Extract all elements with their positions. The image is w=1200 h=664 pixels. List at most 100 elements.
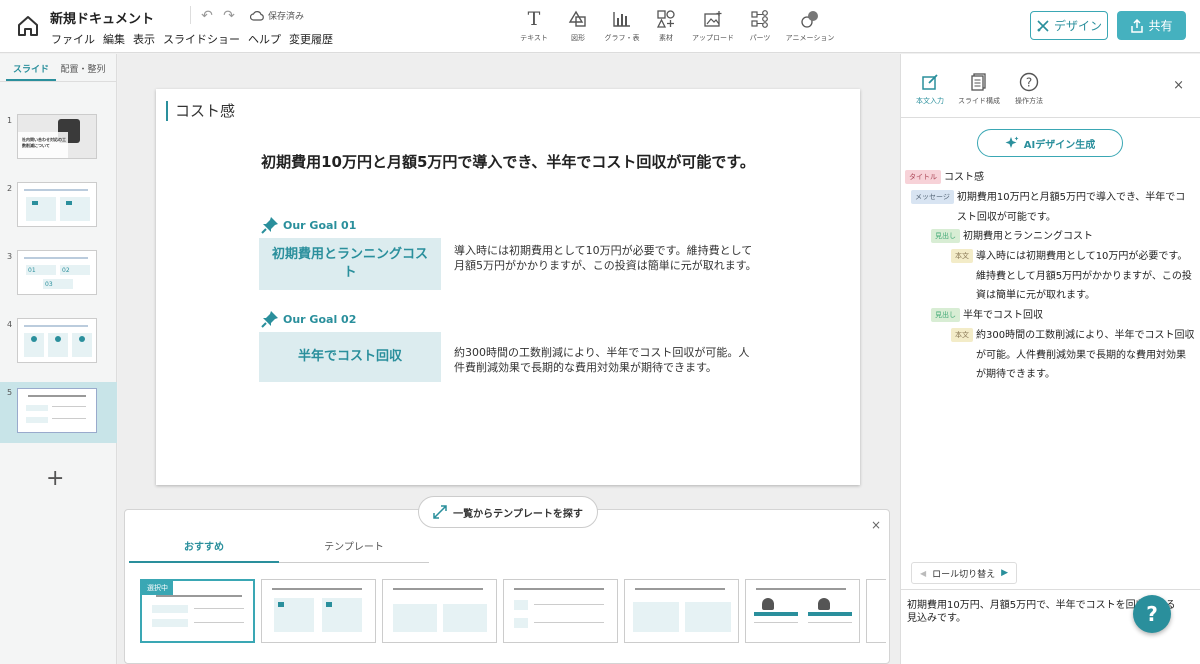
edit-icon xyxy=(920,72,940,92)
share-button-label: 共有 xyxy=(1148,19,1173,33)
tool-parts[interactable]: パーツ xyxy=(740,8,780,43)
tab-body-input[interactable]: 本文入力 xyxy=(905,72,955,106)
tab-slide-structure[interactable]: スライド構成 xyxy=(954,72,1004,106)
slide-message[interactable]: 初期費用10万円と月額5万円で導入でき、半年でコスト回収が可能です。 xyxy=(156,151,860,172)
document-title[interactable]: 新規ドキュメント xyxy=(50,8,154,27)
ai-design-button[interactable]: AIデザイン生成 xyxy=(977,129,1123,157)
outline-text: 導入時には初期費用として10万円が必要です。維持費として月額5万円がかかりますが… xyxy=(976,251,1192,301)
menu-slideshow[interactable]: スライドショー xyxy=(160,31,243,47)
pages-icon xyxy=(969,72,989,92)
menu-edit[interactable]: 編集 xyxy=(100,31,128,47)
shape-icon xyxy=(567,8,589,30)
role-switch-button[interactable]: ◀ ロール切り替え ▶ xyxy=(911,562,1017,584)
goal-label-1[interactable]: Our Goal 01 xyxy=(261,216,356,234)
slide-preview xyxy=(17,182,97,227)
outline-message[interactable]: メッセージ 初期費用10万円と月額5万円で導入でき、半年でコスト回収が可能です。 xyxy=(911,188,1195,227)
add-slide-button[interactable]: + xyxy=(46,466,64,491)
goal-heading-1[interactable]: 初期費用とランニングコスト xyxy=(259,238,441,290)
role-switch-label: ロール切り替え xyxy=(932,569,996,580)
goal-label-text: Our Goal 02 xyxy=(283,312,357,326)
close-icon[interactable]: × xyxy=(871,518,881,532)
outline-text: 約300時間の工数削減により、半年でコスト回収が可能。人件費削減効果で長期的な費… xyxy=(976,330,1195,380)
chevron-left-icon[interactable]: ◀ xyxy=(920,569,926,578)
template-option-5[interactable] xyxy=(624,579,739,643)
chart-icon xyxy=(611,8,633,30)
slide-preview: 社内問い合わせ対応の工数削減について xyxy=(17,114,97,159)
save-status-label: 保存済み xyxy=(268,12,305,22)
pin-icon xyxy=(261,311,278,328)
slide-caption: 社内問い合わせ対応の工数削減について xyxy=(22,137,66,148)
slide-number: 1 xyxy=(7,116,13,125)
tab-how-to[interactable]: ? 操作方法 xyxy=(1004,72,1054,106)
help-chat-button[interactable]: ? xyxy=(1133,595,1171,633)
close-icon[interactable]: × xyxy=(1173,78,1184,93)
menu-view[interactable]: 表示 xyxy=(130,31,158,47)
outline-heading-1[interactable]: 見出し 初期費用とランニングコスト xyxy=(931,227,1195,247)
expand-icon xyxy=(433,505,447,519)
template-option-2[interactable] xyxy=(261,579,376,643)
outline-text: 初期費用とランニングコスト xyxy=(963,231,1093,242)
design-button[interactable]: デザイン xyxy=(1030,11,1108,40)
slide-canvas[interactable]: コスト感 初期費用10万円と月額5万円で導入でき、半年でコスト回収が可能です。 … xyxy=(156,89,860,485)
goal-heading-2[interactable]: 半年でコスト回収 xyxy=(259,332,441,382)
menu-help[interactable]: ヘルプ xyxy=(245,31,284,47)
tool-label: アニメーション xyxy=(785,34,835,42)
slide-preview xyxy=(17,388,97,433)
redo-icon[interactable]: ↷ xyxy=(221,8,237,24)
tool-shape[interactable]: 図形 xyxy=(558,8,598,43)
tab-recommended[interactable]: おすすめ xyxy=(129,538,279,563)
slide-panel-tabs: スライド 配置・整列 xyxy=(0,54,116,82)
template-option-1[interactable]: 選択中 xyxy=(140,579,255,643)
template-option-6[interactable] xyxy=(745,579,860,643)
tool-label: パーツ xyxy=(749,34,771,42)
outline-body-2[interactable]: 本文 約300時間の工数削減により、半年でコスト回収が可能。人件費削減効果で長期… xyxy=(951,326,1195,385)
outline-title[interactable]: タイトル コスト感 xyxy=(905,168,1195,188)
outline-text: 初期費用10万円と月額5万円で導入でき、半年でコスト回収が可能です。 xyxy=(956,192,1186,223)
tool-label: テキスト xyxy=(520,34,548,42)
slide-number: 3 xyxy=(7,252,13,261)
outline-text: 半年でコスト回収 xyxy=(963,310,1043,321)
slide-title[interactable]: コスト感 xyxy=(166,101,235,121)
template-option-4[interactable] xyxy=(503,579,618,643)
assets-icon xyxy=(655,8,677,30)
tab-label: 操作方法 xyxy=(1015,97,1043,105)
goal-body-2[interactable]: 約300時間の工数削減により、半年でコスト回収が可能。人件費削減効果で長期的な費… xyxy=(454,345,760,375)
tab-arrange[interactable]: 配置・整列 xyxy=(56,54,110,81)
top-bar: 新規ドキュメント ファイル 編集 表示 スライドショー ヘルプ 変更履歴 ↶ ↷… xyxy=(0,0,1200,53)
slide-thumbnail-3[interactable]: 3 01 02 03 xyxy=(0,250,117,306)
tab-templates[interactable]: テンプレート xyxy=(279,538,429,563)
sparkle-icon xyxy=(1005,136,1019,148)
slide-preview: 01 02 03 xyxy=(17,250,97,295)
outline-body-1[interactable]: 本文 導入時には初期費用として10万円が必要です。維持費として月額5万円がかかり… xyxy=(951,247,1195,306)
chevron-right-icon[interactable]: ▶ xyxy=(1001,568,1008,578)
tool-upload[interactable]: アップロード xyxy=(690,8,736,43)
design-button-label: デザイン xyxy=(1053,19,1102,33)
design-icon xyxy=(1037,19,1049,32)
template-option-7[interactable] xyxy=(866,579,886,643)
menu-history[interactable]: 変更履歴 xyxy=(286,31,336,47)
tab-slides[interactable]: スライド xyxy=(6,54,56,81)
find-template-button[interactable]: 一覧からテンプレートを探す xyxy=(418,496,598,528)
tool-chart[interactable]: グラフ・表 xyxy=(602,8,642,43)
animation-icon xyxy=(799,8,821,30)
share-button[interactable]: 共有 xyxy=(1117,11,1186,40)
slide-thumbnail-4[interactable]: 4 xyxy=(0,318,117,374)
upload-icon xyxy=(702,8,724,30)
goal-body-1[interactable]: 導入時には初期費用として10万円が必要です。維持費として月額5万円がかかりますが… xyxy=(454,243,760,273)
home-icon[interactable] xyxy=(14,12,42,40)
slide-thumbnail-2[interactable]: 2 xyxy=(0,182,117,238)
tool-assets[interactable]: 素材 xyxy=(646,8,686,43)
slide-thumbnail-5[interactable]: 5 xyxy=(0,382,117,443)
share-icon xyxy=(1131,18,1144,33)
tool-animation[interactable]: アニメーション xyxy=(784,8,836,43)
slide-number: 5 xyxy=(7,388,13,397)
template-option-3[interactable] xyxy=(382,579,497,643)
undo-icon[interactable]: ↶ xyxy=(199,8,215,24)
tool-text[interactable]: T テキスト xyxy=(514,8,554,43)
menu-file[interactable]: ファイル xyxy=(48,31,98,47)
tool-label: 素材 xyxy=(659,34,673,42)
tool-label: グラフ・表 xyxy=(604,34,640,42)
goal-label-2[interactable]: Our Goal 02 xyxy=(261,310,356,328)
outline-heading-2[interactable]: 見出し 半年でコスト回収 xyxy=(931,306,1195,326)
slide-thumbnail-1[interactable]: 1 社内問い合わせ対応の工数削減について xyxy=(0,114,117,170)
